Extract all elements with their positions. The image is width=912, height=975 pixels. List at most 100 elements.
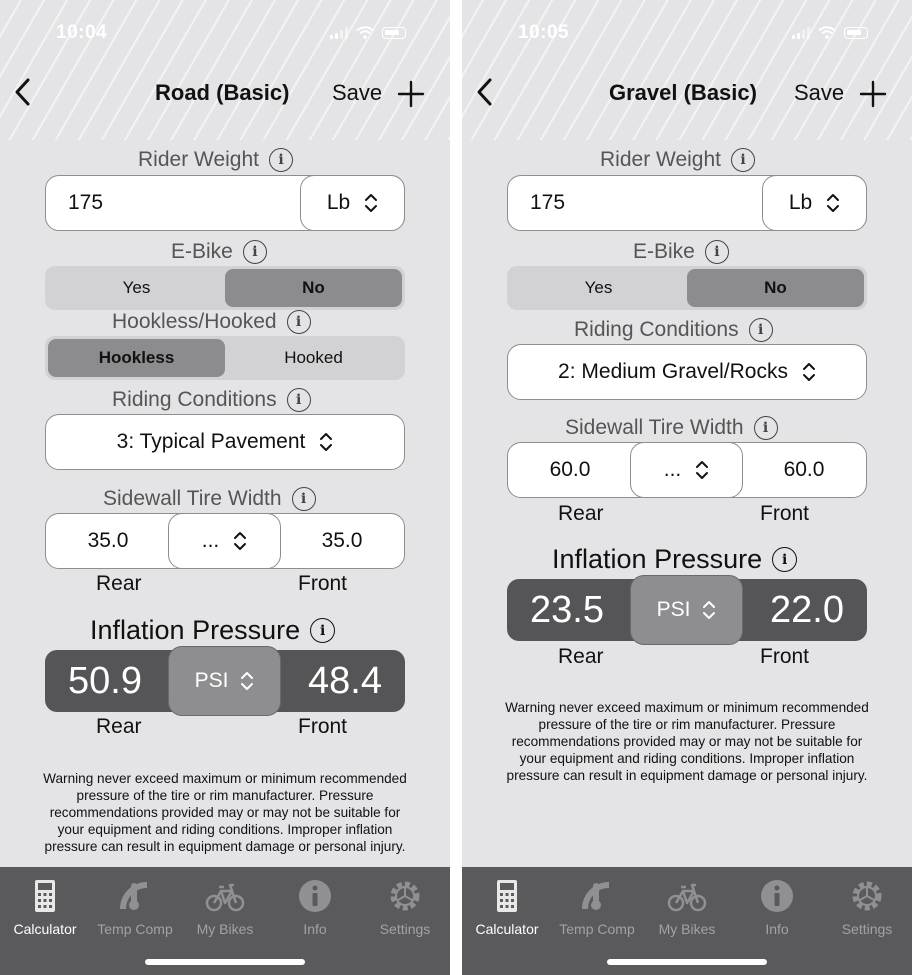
signal-icon [792,26,810,39]
info-icon [761,880,793,912]
status-time: 10:05 [518,22,570,43]
tab-info[interactable]: Info [732,879,822,937]
pressure-unit-select[interactable]: PSI [630,575,743,645]
info-icon[interactable]: i [704,240,729,264]
ebike-option-no[interactable]: No [225,269,402,307]
battery-icon [844,26,868,39]
back-chevron-icon[interactable] [474,76,496,108]
tab-my-bikes[interactable]: My Bikes [642,879,732,937]
front-label: Front [298,715,348,738]
info-icon[interactable]: i [269,148,293,172]
hookless-segmented-control[interactable]: Hookless Hooked [45,336,405,380]
rear-tire-width-input[interactable]: 60.0 [508,458,632,482]
tire-width-mode-select[interactable]: ... [168,513,281,569]
tab-info[interactable]: Info [270,879,360,937]
up-down-chevron-icon [827,194,840,212]
tire-width-mode-select[interactable]: ... [630,442,743,498]
rider-weight-label: Rider Weight i [600,148,755,172]
wifi-icon [356,26,374,39]
pressure-unit-value: PSI [656,598,691,621]
front-pressure-value: 22.0 [770,588,844,631]
save-button[interactable]: Save [794,80,844,106]
inflation-pressure-label-text: Inflation Pressure [552,544,763,574]
page-title: Gravel (Basic) [609,80,757,105]
pressure-unit-select[interactable]: PSI [168,646,281,716]
ebike-option-yes[interactable]: Yes [48,269,225,307]
tab-bar: Calculator Temp Comp My Bikes Info Setti… [0,867,450,975]
home-indicator [145,959,305,965]
tire-width-mode-value: ... [201,529,220,552]
tab-settings[interactable]: Settings [360,879,450,937]
front-tire-width-input[interactable]: 60.0 [742,458,866,482]
tab-label: Temp Comp [559,921,635,937]
gear-icon [852,881,882,911]
front-label: Front [760,645,810,668]
info-icon[interactable]: i [291,487,316,511]
rear-label: Rear [558,502,604,525]
info-icon[interactable]: i [731,148,755,172]
tab-temp-comp[interactable]: Temp Comp [90,879,180,937]
rear-tire-width-input[interactable]: 35.0 [46,529,170,553]
ebike-option-yes[interactable]: Yes [510,269,687,307]
tab-settings[interactable]: Settings [822,879,912,937]
info-icon[interactable]: i [310,618,336,643]
phone-screen-road: 10:04 Road (Basic) Save Rider Weight i 1… [0,0,450,975]
rider-weight-label-text: Rider Weight [600,148,721,171]
save-button[interactable]: Save [332,80,382,106]
up-down-chevron-icon [320,433,333,451]
riding-conditions-select[interactable]: 2: Medium Gravel/Rocks [507,344,867,400]
status-time: 10:04 [56,22,108,43]
riding-conditions-select[interactable]: 3: Typical Pavement [45,414,405,470]
ebike-option-no[interactable]: No [687,269,864,307]
tire-width-mode-value: ... [663,458,682,481]
weight-unit-value: Lb [788,191,813,214]
bicycle-icon [205,883,245,912]
info-icon[interactable]: i [286,388,311,412]
info-icon[interactable]: i [286,310,311,334]
info-icon[interactable]: i [772,547,798,572]
rear-pressure-value: 23.5 [530,588,604,631]
bicycle-icon [667,883,707,912]
info-icon[interactable]: i [242,240,267,264]
rear-label: Rear [558,645,604,668]
tab-calculator[interactable]: Calculator [0,879,90,937]
ebike-segmented-control[interactable]: Yes No [45,266,405,310]
weight-unit-value: Lb [326,191,351,214]
home-indicator [607,959,767,965]
tab-my-bikes[interactable]: My Bikes [180,879,270,937]
hookless-option-hookless[interactable]: Hookless [48,339,225,377]
up-down-chevron-icon [703,601,716,619]
weight-unit-select[interactable]: Lb [762,175,867,231]
rider-weight-label-text: Rider Weight [138,148,259,171]
tab-label: Info [765,921,789,937]
hookless-option-hooked[interactable]: Hooked [225,339,402,377]
wifi-icon [818,26,836,39]
add-plus-icon[interactable] [859,80,887,108]
status-icons [792,26,868,39]
ebike-segmented-control[interactable]: Yes No [507,266,867,310]
info-icon[interactable]: i [753,416,778,440]
riding-conditions-label: Riding Conditions i [574,318,773,342]
info-icon[interactable]: i [748,318,773,342]
tab-bar: Calculator Temp Comp My Bikes Info Setti… [462,867,912,975]
front-tire-width-input[interactable]: 35.0 [280,529,404,553]
tire-width-label: Sidewall Tire Width i [103,487,316,511]
tire-width-label-text: Sidewall Tire Width [565,416,744,439]
add-plus-icon[interactable] [397,80,425,108]
rear-label: Rear [96,572,142,595]
hookless-label: Hookless/Hooked i [112,310,311,334]
up-down-chevron-icon [696,461,709,479]
tab-temp-comp[interactable]: Temp Comp [552,879,642,937]
weight-unit-select[interactable]: Lb [300,175,405,231]
warning-text: Warning never exceed maximum or minimum … [43,771,407,854]
riding-conditions-value: 2: Medium Gravel/Rocks [558,360,788,383]
inflation-pressure-label: Inflation Pressure i [552,544,798,575]
up-down-chevron-icon [234,532,247,550]
warning-text: Warning never exceed maximum or minimum … [505,700,869,783]
ebike-label-text: E-Bike [633,240,695,263]
front-label: Front [298,572,348,595]
front-label: Front [760,502,810,525]
tab-calculator[interactable]: Calculator [462,879,552,937]
back-chevron-icon[interactable] [12,76,34,108]
gear-icon [390,881,420,911]
